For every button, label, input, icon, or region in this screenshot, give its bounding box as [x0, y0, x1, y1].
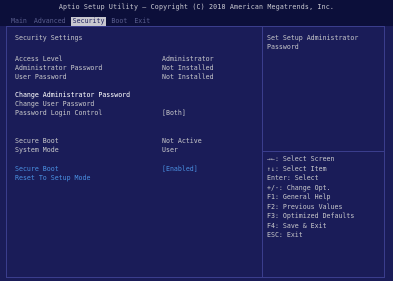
user-password-label: User Password — [15, 73, 67, 81]
tab-advanced[interactable]: Advanced — [32, 17, 68, 26]
admin-password-label: Administrator Password — [15, 64, 103, 72]
access-level-label: Access Level — [15, 55, 63, 63]
secure-boot-option-value[interactable]: [Enabled] — [162, 166, 198, 173]
key-esc-exit: ESC: Exit — [267, 231, 303, 239]
tab-security[interactable]: Security — [70, 17, 107, 26]
admin-password-value: Not Installed — [162, 64, 214, 72]
tab-main[interactable]: Main — [9, 17, 29, 26]
title-bar: Aptio Setup Utility – Copyright (C) 2018… — [0, 0, 393, 26]
panel-divider — [262, 26, 263, 278]
system-mode-label: System Mode — [15, 146, 59, 154]
tab-exit[interactable]: Exit — [132, 17, 152, 26]
secure-boot-status-label: Secure Boot — [15, 137, 59, 145]
change-admin-password-item[interactable]: Change Administrator Password — [15, 92, 130, 99]
password-login-control-label[interactable]: Password Login Control — [15, 110, 102, 117]
tab-boot[interactable]: Boot — [109, 17, 129, 26]
section-title: Security Settings — [15, 34, 83, 42]
system-mode-value: User — [162, 146, 178, 154]
user-password-value: Not Installed — [162, 73, 214, 81]
key-legend: →←: Select Screen ↑↓: Select Item Enter:… — [267, 156, 354, 242]
app-title: Aptio Setup Utility – Copyright (C) 2018… — [58, 3, 335, 11]
change-user-password-item[interactable]: Change User Password — [15, 101, 94, 108]
secure-boot-status-value: Not Active — [162, 137, 202, 145]
help-separator — [263, 151, 385, 152]
reset-to-setup-mode-item[interactable]: Reset To Setup Mode — [15, 175, 90, 182]
tab-bar: Main Advanced Security Boot Exit — [9, 17, 155, 26]
password-login-control-value[interactable]: [Both] — [162, 110, 186, 117]
help-text: Set Setup Administrator Password — [267, 34, 359, 51]
secure-boot-option-label[interactable]: Secure Boot — [15, 166, 59, 173]
access-level-value: Administrator — [162, 55, 214, 63]
